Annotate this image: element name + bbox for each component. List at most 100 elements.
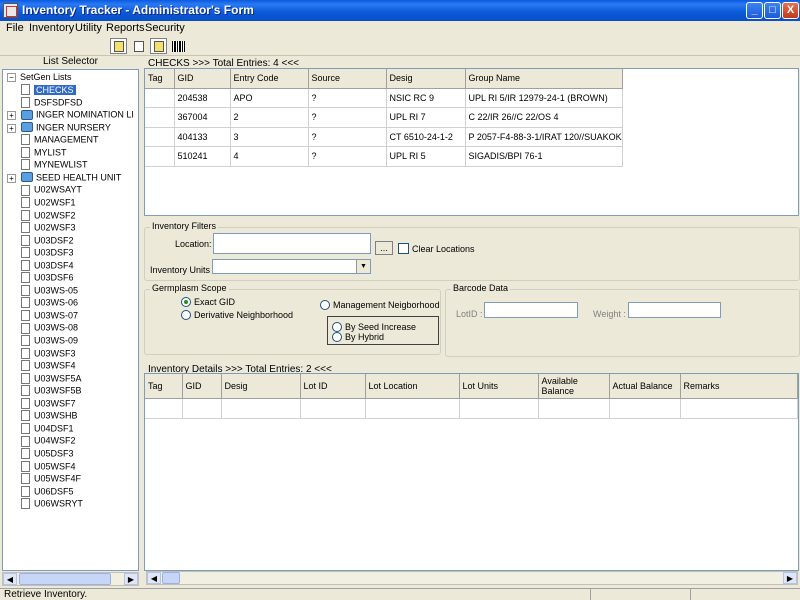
column-header[interactable]: Lot Units	[459, 374, 539, 399]
lotid-input[interactable]	[484, 302, 578, 318]
tree-item[interactable]: MANAGEMENT	[21, 134, 99, 147]
table-cell[interactable]: P 2057-F4-88-3-1/IRAT 120//SUAKOKO///	[465, 127, 623, 147]
table-row[interactable]: 510241 4? UPL RI 5 SIGADIS/BPI 76-1	[145, 146, 623, 167]
table-cell[interactable]	[365, 398, 460, 419]
menu-security[interactable]: Security	[145, 22, 185, 34]
tree-item[interactable]: U02WSAYT	[21, 184, 82, 197]
minimize-button[interactable]: _	[746, 2, 763, 19]
tree-item[interactable]: U06DSF5	[21, 485, 74, 499]
tree-item[interactable]: U03WSF5B	[21, 385, 82, 398]
table-cell[interactable]	[300, 398, 366, 419]
tree-item[interactable]: U03WSF3	[21, 347, 76, 361]
table-cell[interactable]	[459, 398, 539, 419]
table-cell[interactable]	[145, 146, 175, 167]
table-cell[interactable]: 204538	[174, 88, 231, 108]
column-header[interactable]: Available Balance	[538, 374, 610, 399]
table-cell[interactable]: CT 6510-24-1-2	[386, 127, 466, 147]
tree-item[interactable]: U06WSRYT	[21, 498, 83, 511]
table-cell[interactable]	[145, 127, 175, 147]
management-neighborhood-radio[interactable]	[320, 300, 330, 310]
maximize-button[interactable]: □	[764, 2, 781, 19]
scroll-left-icon[interactable]: ◀	[3, 573, 17, 585]
table-cell[interactable]	[182, 398, 222, 419]
tree-item[interactable]: U02WSF3	[21, 222, 76, 235]
title-bar[interactable]: Inventory Tracker - Administrator's Form…	[0, 0, 800, 21]
table-cell[interactable]: 404133	[174, 127, 231, 147]
menu-inventory[interactable]: Inventory	[29, 22, 74, 34]
tree-item[interactable]: U03WSF7	[21, 397, 76, 411]
tree-item[interactable]: U05WSF4F	[21, 473, 81, 486]
table-cell[interactable]: ?	[308, 127, 387, 147]
column-header[interactable]: Remarks	[680, 374, 798, 399]
tree-item[interactable]: U05DSF3	[21, 448, 74, 461]
inventory-details-grid[interactable]: Tag GID Desig Lot ID Lot Location Lot Units Av…	[144, 373, 799, 571]
expand-icon[interactable]: +	[7, 123, 16, 133]
scroll-left-icon[interactable]: ◀	[147, 572, 161, 584]
column-header[interactable]: Lot ID	[300, 374, 366, 399]
tree-item[interactable]: U03WSF5A	[21, 372, 82, 386]
table-row[interactable]: 404133 3? CT 6510-24-1-2 P 2057-F4-88-3-1/I…	[145, 127, 623, 147]
tree-item[interactable]: + SEED HEALTH UNIT	[7, 172, 121, 185]
scroll-thumb[interactable]	[162, 572, 180, 584]
tree-item[interactable]: MYNEWLIST	[21, 159, 88, 172]
exact-gid-radio[interactable]	[181, 297, 191, 307]
table-cell[interactable]: ?	[308, 146, 387, 167]
table-cell[interactable]: 3	[230, 127, 309, 147]
tree-item[interactable]: MYLIST	[21, 146, 67, 160]
barcode-button[interactable]	[169, 38, 186, 54]
checks-grid[interactable]: Tag GID Entry Code Source Desig Group Name 20…	[144, 68, 799, 216]
scroll-right-icon[interactable]: ▶	[124, 573, 138, 585]
tree-item[interactable]: U04WSF2	[21, 435, 76, 448]
list-tree[interactable]: − SetGen Lists CHECKS DSFSDFSD + INGER NOMIN…	[2, 69, 139, 571]
table-cell[interactable]: UPL RI 5	[386, 146, 466, 167]
table-cell[interactable]	[145, 88, 175, 108]
menu-reports[interactable]: Reports	[106, 22, 145, 34]
expand-icon[interactable]: +	[7, 173, 16, 183]
table-cell[interactable]: NSIC RC 9	[386, 88, 466, 108]
table-cell[interactable]	[145, 107, 175, 128]
column-header[interactable]: Desig	[386, 69, 466, 89]
browse-location-button[interactable]: ...	[375, 241, 393, 255]
table-row[interactable]	[145, 398, 798, 419]
table-cell[interactable]: 367004	[174, 107, 231, 128]
column-header[interactable]: Lot Location	[365, 374, 460, 399]
table-cell[interactable]	[221, 398, 301, 419]
table-cell[interactable]: APO	[230, 88, 309, 108]
table-cell[interactable]	[538, 398, 610, 419]
table-cell[interactable]: SIGADIS/BPI 76-1	[465, 146, 623, 167]
scroll-right-icon[interactable]: ▶	[783, 572, 797, 584]
tree-item[interactable]: U03WS-06	[21, 297, 78, 310]
column-header[interactable]: GID	[182, 374, 222, 399]
column-header[interactable]: Source	[308, 69, 387, 89]
inventory-button[interactable]	[150, 38, 167, 54]
expand-icon[interactable]: +	[7, 111, 16, 121]
tree-item[interactable]: U02WSF2	[21, 209, 76, 223]
tree-item[interactable]: U03WS-08	[21, 322, 78, 335]
tree-item[interactable]: U03DSF4	[21, 259, 74, 273]
table-cell[interactable]: UPL RI 5/IR 12979-24-1 (BROWN)	[465, 88, 623, 108]
tree-item[interactable]: U03WS-07	[21, 310, 78, 323]
table-cell[interactable]: 510241	[174, 146, 231, 167]
table-cell[interactable]: UPL RI 7	[386, 107, 466, 128]
tree-item[interactable]: + INGER NURSERY	[7, 122, 111, 135]
column-header[interactable]: Group Name	[465, 69, 623, 89]
column-header[interactable]: Tag	[145, 69, 175, 89]
column-header[interactable]: Entry Code	[230, 69, 309, 89]
table-cell[interactable]	[680, 398, 798, 419]
tree-item[interactable]: U04DSF1	[21, 422, 74, 436]
location-input[interactable]	[213, 233, 371, 254]
column-header[interactable]: Tag	[145, 374, 183, 399]
column-header[interactable]: Actual Balance	[609, 374, 681, 399]
tree-item[interactable]: U03WS-05	[21, 284, 78, 298]
tree-root[interactable]: − SetGen Lists	[7, 72, 72, 84]
tree-item[interactable]: U03DSF6	[21, 272, 74, 285]
chevron-down-icon[interactable]: ▼	[356, 260, 370, 273]
table-cell[interactable]	[145, 398, 183, 419]
table-row[interactable]: 367004 2? UPL RI 7C 22/IR 26//C 22/OS 4	[145, 107, 623, 128]
table-cell[interactable]: C 22/IR 26//C 22/OS 4	[465, 107, 623, 128]
new-list-button[interactable]	[110, 38, 127, 54]
table-row[interactable]: 204538 APO? NSIC RC 9 UPL RI 5/IR 12979-24-…	[145, 88, 623, 108]
by-hybrid-radio[interactable]	[332, 332, 342, 342]
tree-item[interactable]: U03WSHB	[21, 410, 78, 423]
tree-item[interactable]: U02WSF1	[21, 197, 76, 210]
